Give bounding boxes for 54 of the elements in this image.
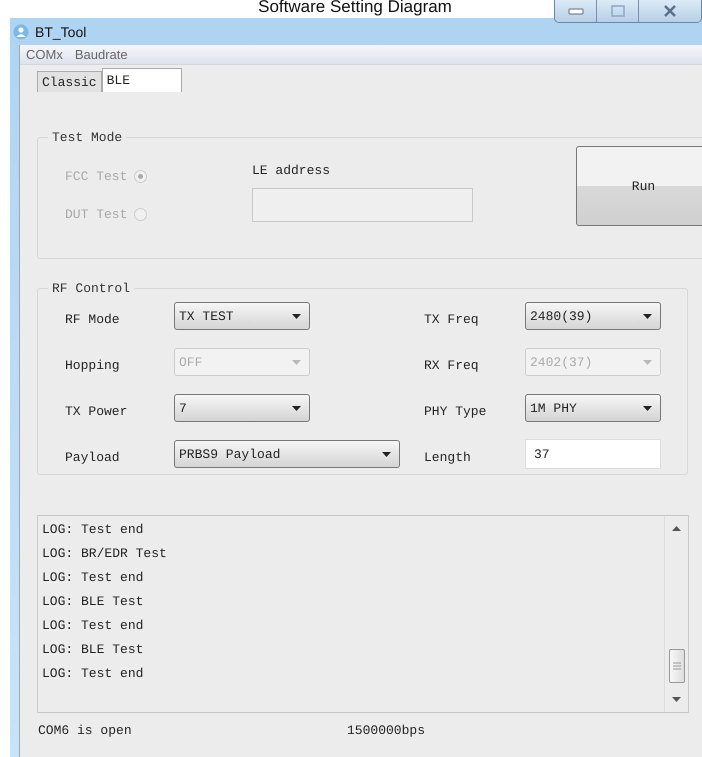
dropdown[interactable]: PRBS9 Payload bbox=[174, 440, 400, 468]
caret-icon bbox=[292, 406, 301, 410]
caret-icon bbox=[643, 406, 652, 410]
field-label: Hopping bbox=[65, 356, 121, 372]
log-line: LOG: BLE Test bbox=[42, 641, 144, 659]
close-icon bbox=[663, 5, 677, 17]
scroll-up-icon[interactable] bbox=[672, 526, 681, 531]
run-button[interactable]: Run bbox=[576, 146, 702, 226]
caret-icon bbox=[643, 360, 652, 364]
scroll-thumb[interactable] bbox=[668, 649, 684, 683]
caret-icon bbox=[382, 452, 391, 456]
field-label: RX Freq bbox=[424, 356, 480, 372]
scrollbar[interactable] bbox=[664, 516, 688, 712]
field-label: TX Freq bbox=[424, 310, 480, 326]
caret-icon bbox=[643, 314, 652, 318]
log-line: LOG: BLE Test bbox=[42, 593, 144, 611]
log-line: LOG: BR/EDR Test bbox=[42, 545, 168, 563]
close-button[interactable] bbox=[639, 0, 701, 22]
field-label: Length bbox=[424, 448, 472, 464]
app-icon bbox=[13, 24, 29, 40]
minimize-button[interactable] bbox=[555, 0, 597, 22]
caret-icon bbox=[292, 314, 301, 318]
field-label: RF Mode bbox=[65, 310, 121, 326]
field-label: Payload bbox=[65, 448, 121, 464]
dropdown[interactable]: 2480(39) bbox=[525, 302, 661, 330]
log-line: LOG: Test end bbox=[42, 569, 144, 587]
field-label: PHY Type bbox=[424, 402, 488, 418]
log-line: LOG: Test end bbox=[42, 521, 144, 539]
tab[interactable]: Classic bbox=[37, 71, 102, 92]
radio-label: FCC Test bbox=[65, 169, 128, 184]
window-title: BT_Tool bbox=[35, 24, 86, 40]
maximize-button[interactable] bbox=[597, 0, 639, 22]
log-line: LOG: Test end bbox=[42, 665, 144, 683]
dropdown[interactable]: 1M PHY bbox=[525, 394, 661, 422]
address-field[interactable] bbox=[252, 188, 473, 222]
field-label: LE address bbox=[252, 163, 332, 178]
radio-label: DUT Test bbox=[65, 207, 128, 222]
group-title: RF Control bbox=[51, 281, 132, 296]
field-label: TX Power bbox=[65, 402, 128, 418]
dropdown[interactable]: 7 bbox=[174, 394, 310, 422]
maximize-icon bbox=[610, 5, 624, 17]
group-title: Test Mode bbox=[51, 130, 124, 145]
scroll-down-icon[interactable] bbox=[672, 697, 681, 702]
diagram-caption: Software Setting Diagram bbox=[257, 0, 453, 18]
baudrate-status: 1500000bps bbox=[347, 723, 426, 738]
port-status: COM6 is open bbox=[38, 723, 133, 738]
minimize-icon bbox=[568, 6, 584, 16]
tab[interactable]: BLE bbox=[102, 68, 182, 92]
caret-icon bbox=[292, 360, 301, 364]
menu-item[interactable]: COMx bbox=[26, 47, 63, 62]
dropdown[interactable]: TX TEST bbox=[174, 302, 310, 330]
log-line: LOG: Test end bbox=[42, 617, 144, 635]
menu-item[interactable]: Baudrate bbox=[74, 47, 128, 62]
length-field[interactable]: 37 bbox=[525, 439, 661, 469]
